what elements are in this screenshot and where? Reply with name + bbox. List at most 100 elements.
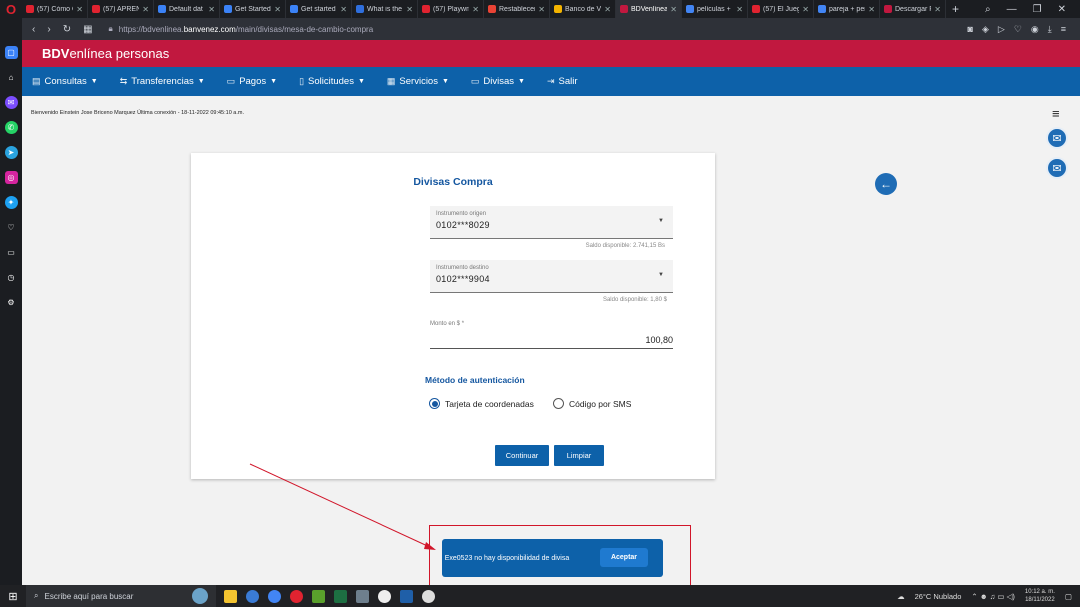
browser-tab[interactable]: Banco de Ve ✕ bbox=[550, 0, 616, 18]
history-icon[interactable]: ◷ bbox=[5, 271, 18, 284]
telegram-icon[interactable]: ➤ bbox=[4, 146, 18, 159]
back-nav-icon[interactable]: ‹ bbox=[32, 24, 35, 35]
origen-select[interactable]: Instrumento origen 0102***8029 ▼ bbox=[430, 206, 673, 239]
monto-label: Monto en $ * bbox=[430, 321, 465, 327]
close-tab-icon[interactable]: ✕ bbox=[670, 5, 677, 14]
app-s-icon[interactable] bbox=[400, 589, 413, 603]
notepad-icon[interactable] bbox=[312, 589, 325, 603]
search-tabs-icon[interactable]: ⌕ bbox=[985, 4, 991, 15]
calculator-icon[interactable] bbox=[356, 589, 369, 603]
windows-start-icon[interactable]: ⊞ bbox=[0, 590, 26, 603]
browser-tab[interactable]: What is the ✕ bbox=[352, 0, 418, 18]
monto-input[interactable]: Monto en $ * 100,80 bbox=[430, 317, 673, 349]
forward-nav-icon[interactable]: › bbox=[47, 24, 50, 35]
camera-icon[interactable]: ◙ bbox=[968, 24, 973, 35]
menu-item-transferencias[interactable]: ⇆ Transferencias ▼ bbox=[120, 76, 205, 87]
notification-icon[interactable]: ▢ bbox=[1065, 592, 1072, 601]
play-icon[interactable]: ▷ bbox=[998, 24, 1005, 35]
settings-taskbar-icon[interactable] bbox=[378, 589, 391, 603]
close-tab-icon[interactable]: ✕ bbox=[538, 5, 545, 14]
opera-logo-icon[interactable]: O bbox=[0, 0, 22, 18]
download-icon[interactable]: ⤓ bbox=[1048, 24, 1052, 35]
opera-icon[interactable] bbox=[290, 589, 303, 603]
hamburger-menu-icon[interactable]: ≡ bbox=[1052, 107, 1064, 120]
close-tab-icon[interactable]: ✕ bbox=[934, 5, 941, 14]
close-tab-icon[interactable]: ✕ bbox=[472, 5, 479, 14]
file-explorer-icon[interactable] bbox=[224, 589, 237, 603]
github-icon[interactable] bbox=[422, 589, 435, 603]
settings-icon[interactable]: ⚙ bbox=[5, 296, 18, 309]
heart-sidebar-icon[interactable]: ♡ bbox=[5, 221, 18, 234]
radio-sms[interactable]: Código por SMS bbox=[553, 398, 631, 409]
new-tab-button[interactable]: + bbox=[946, 2, 965, 16]
chrome-icon[interactable] bbox=[268, 589, 281, 603]
menu-item-servicios[interactable]: ▦ Servicios ▼ bbox=[387, 76, 449, 87]
cortana-icon[interactable] bbox=[192, 588, 208, 604]
close-tab-icon[interactable]: ✕ bbox=[736, 5, 743, 14]
menu-item-consultas[interactable]: ▤ Consultas ▼ bbox=[32, 76, 98, 87]
tabs-grid-icon[interactable]: ▦ bbox=[83, 24, 92, 35]
menu-label: Salir bbox=[558, 76, 578, 87]
close-tab-icon[interactable]: ✕ bbox=[868, 5, 875, 14]
wallet-icon[interactable]: ▭ bbox=[5, 246, 18, 259]
menu-item-solicitudes[interactable]: ▯ Solicitudes ▼ bbox=[299, 76, 365, 87]
home-icon[interactable]: ⌂ bbox=[5, 71, 18, 84]
close-tab-icon[interactable]: ✕ bbox=[142, 5, 149, 14]
weather-text[interactable]: 26°C Nublado bbox=[915, 592, 962, 601]
back-arrow-button[interactable]: ← bbox=[875, 173, 897, 195]
radio-tarjeta[interactable]: Tarjeta de coordenadas bbox=[429, 398, 534, 409]
close-tab-icon[interactable]: ✕ bbox=[604, 5, 611, 14]
mail-inbox-icon[interactable]: ✉ bbox=[1046, 127, 1068, 149]
browser-tab[interactable]: (57) APREN ✕ bbox=[88, 0, 154, 18]
shield-icon[interactable]: ◈ bbox=[982, 24, 989, 35]
aceptar-button[interactable]: Aceptar bbox=[600, 548, 648, 567]
taskbar-search[interactable]: ⌕ Escribe aquí para buscar bbox=[26, 585, 216, 607]
browser-tab[interactable]: BDVenlínea ✕ bbox=[616, 0, 682, 18]
url-field[interactable]: 🔒︎ https://bdvenlinea.banvenez.com/main/… bbox=[109, 24, 374, 34]
menu-item-pagos[interactable]: ▭ Pagos ▼ bbox=[227, 76, 277, 87]
close-tab-icon[interactable]: ✕ bbox=[208, 5, 215, 14]
minimize-button[interactable]: — bbox=[1007, 4, 1017, 15]
maximize-button[interactable]: ❐ bbox=[1033, 4, 1042, 15]
tray-icons[interactable]: ⌃ ☻ ♫ ▭ ◁) bbox=[971, 592, 1015, 601]
workspace-icon[interactable]: ▢ bbox=[4, 46, 18, 59]
weather-icon[interactable]: ☁ bbox=[897, 592, 905, 601]
close-tab-icon[interactable]: ✕ bbox=[406, 5, 413, 14]
browser-tab[interactable]: películas + l ✕ bbox=[682, 0, 748, 18]
continuar-button[interactable]: Continuar bbox=[495, 445, 549, 466]
excel-icon[interactable] bbox=[334, 589, 347, 603]
browser-tab[interactable]: Default dat ✕ bbox=[154, 0, 220, 18]
profile-icon[interactable]: ◉ bbox=[1031, 24, 1039, 35]
clock[interactable]: 10:12 a. m. 18/11/2022 bbox=[1025, 588, 1055, 604]
heart-icon[interactable]: ♡ bbox=[1014, 24, 1022, 35]
whatsapp-icon[interactable]: ✆ bbox=[4, 121, 18, 134]
twitter-icon[interactable]: ✦ bbox=[4, 196, 18, 209]
browser-tab[interactable]: Get started ✕ bbox=[286, 0, 352, 18]
instagram-icon[interactable]: ◎ bbox=[4, 171, 18, 184]
close-tab-icon[interactable]: ✕ bbox=[802, 5, 809, 14]
tab-label: películas + l bbox=[697, 5, 734, 13]
destino-select[interactable]: Instrumento destino 0102***9904 ▼ bbox=[430, 260, 673, 293]
brand-logo[interactable]: BDVenlínea personas bbox=[42, 46, 169, 61]
menu-item-divisas[interactable]: ▭ Divisas ▼ bbox=[471, 76, 525, 87]
close-tab-icon[interactable]: ✕ bbox=[340, 5, 347, 14]
browser-tab[interactable]: Restablecer ✕ bbox=[484, 0, 550, 18]
brand-rest: enlínea personas bbox=[69, 46, 170, 61]
reload-icon[interactable]: ↻ bbox=[63, 24, 71, 35]
browser-tab[interactable]: pareja + per ✕ bbox=[814, 0, 880, 18]
browser-tab[interactable]: (57) Playwri ✕ bbox=[418, 0, 484, 18]
menu-icon[interactable]: ≡ bbox=[1061, 24, 1066, 35]
browser-tab[interactable]: Descargar P ✕ bbox=[880, 0, 946, 18]
limpiar-button[interactable]: Limpiar bbox=[554, 445, 604, 466]
browser-tab[interactable]: (57) Cómo C ✕ bbox=[22, 0, 88, 18]
mail-icon[interactable]: ✉ bbox=[1046, 157, 1068, 179]
close-tab-icon[interactable]: ✕ bbox=[76, 5, 83, 14]
tab-favicon-icon bbox=[620, 5, 628, 13]
browser-tab[interactable]: Get Started ✕ bbox=[220, 0, 286, 18]
menu-item-salir[interactable]: ⇥ Salir bbox=[547, 76, 578, 87]
messenger-icon[interactable]: ✉ bbox=[4, 96, 18, 109]
browser-tab[interactable]: (57) El Juego✕ bbox=[748, 0, 814, 18]
close-tab-icon[interactable]: ✕ bbox=[274, 5, 281, 14]
chrome-alt-icon[interactable] bbox=[246, 589, 259, 603]
close-window-button[interactable]: ✕ bbox=[1058, 4, 1066, 15]
